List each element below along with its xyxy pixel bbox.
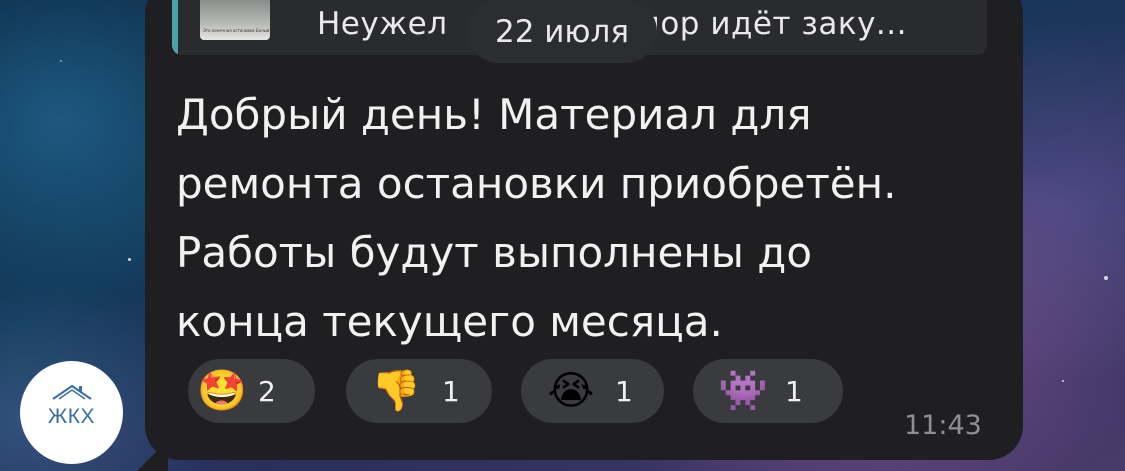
- thumbs-down-emoji-icon: 👎: [371, 368, 421, 414]
- crying-face-emoji-icon: 😭: [547, 368, 595, 414]
- alien-monster-emoji-icon: 👾: [718, 368, 768, 414]
- message-line: Работы будут выполнены до: [176, 228, 813, 277]
- sender-avatar[interactable]: ЖКХ: [20, 361, 123, 464]
- message-line: Добрый день! Материал для: [176, 90, 812, 139]
- date-separator: 22 июля: [467, 0, 657, 63]
- reaction-count: 1: [442, 374, 460, 408]
- message-line: ремонта остановки приобретён.: [176, 159, 897, 208]
- background-star: [1104, 276, 1108, 280]
- reaction-count: 1: [785, 374, 803, 408]
- background-star: [1062, 380, 1064, 382]
- message-text: Добрый день! Материал для ремонта остано…: [176, 80, 996, 356]
- reaction-count: 2: [258, 374, 276, 408]
- message-time: 11:43: [904, 410, 982, 441]
- reply-text-start: Неужел: [317, 6, 448, 42]
- reaction-alien-monster[interactable]: 👾 1: [693, 359, 843, 423]
- avatar-label: ЖКХ: [47, 405, 96, 428]
- reaction-count: 1: [615, 374, 633, 408]
- reaction-star-struck[interactable]: 🤩 2: [188, 359, 315, 423]
- reply-thumbnail-caption: Это конечная остановка Белый Угол.: [203, 28, 269, 33]
- reply-text-end: пор идёт заку...: [639, 6, 907, 42]
- house-roof-icon: [52, 384, 92, 400]
- background-star: [60, 60, 62, 62]
- reaction-crying-face[interactable]: 😭 1: [521, 359, 664, 423]
- chat-screen: Это конечная остановка Белый Угол. Неуже…: [0, 0, 1125, 471]
- reply-thumbnail-image: [200, 0, 270, 40]
- message-line: конца текущего месяца.: [176, 297, 723, 346]
- star-struck-emoji-icon: 🤩: [197, 368, 247, 414]
- reply-accent-bar: [172, 0, 178, 55]
- background-star: [128, 258, 131, 261]
- reaction-thumbs-down[interactable]: 👎 1: [346, 359, 492, 423]
